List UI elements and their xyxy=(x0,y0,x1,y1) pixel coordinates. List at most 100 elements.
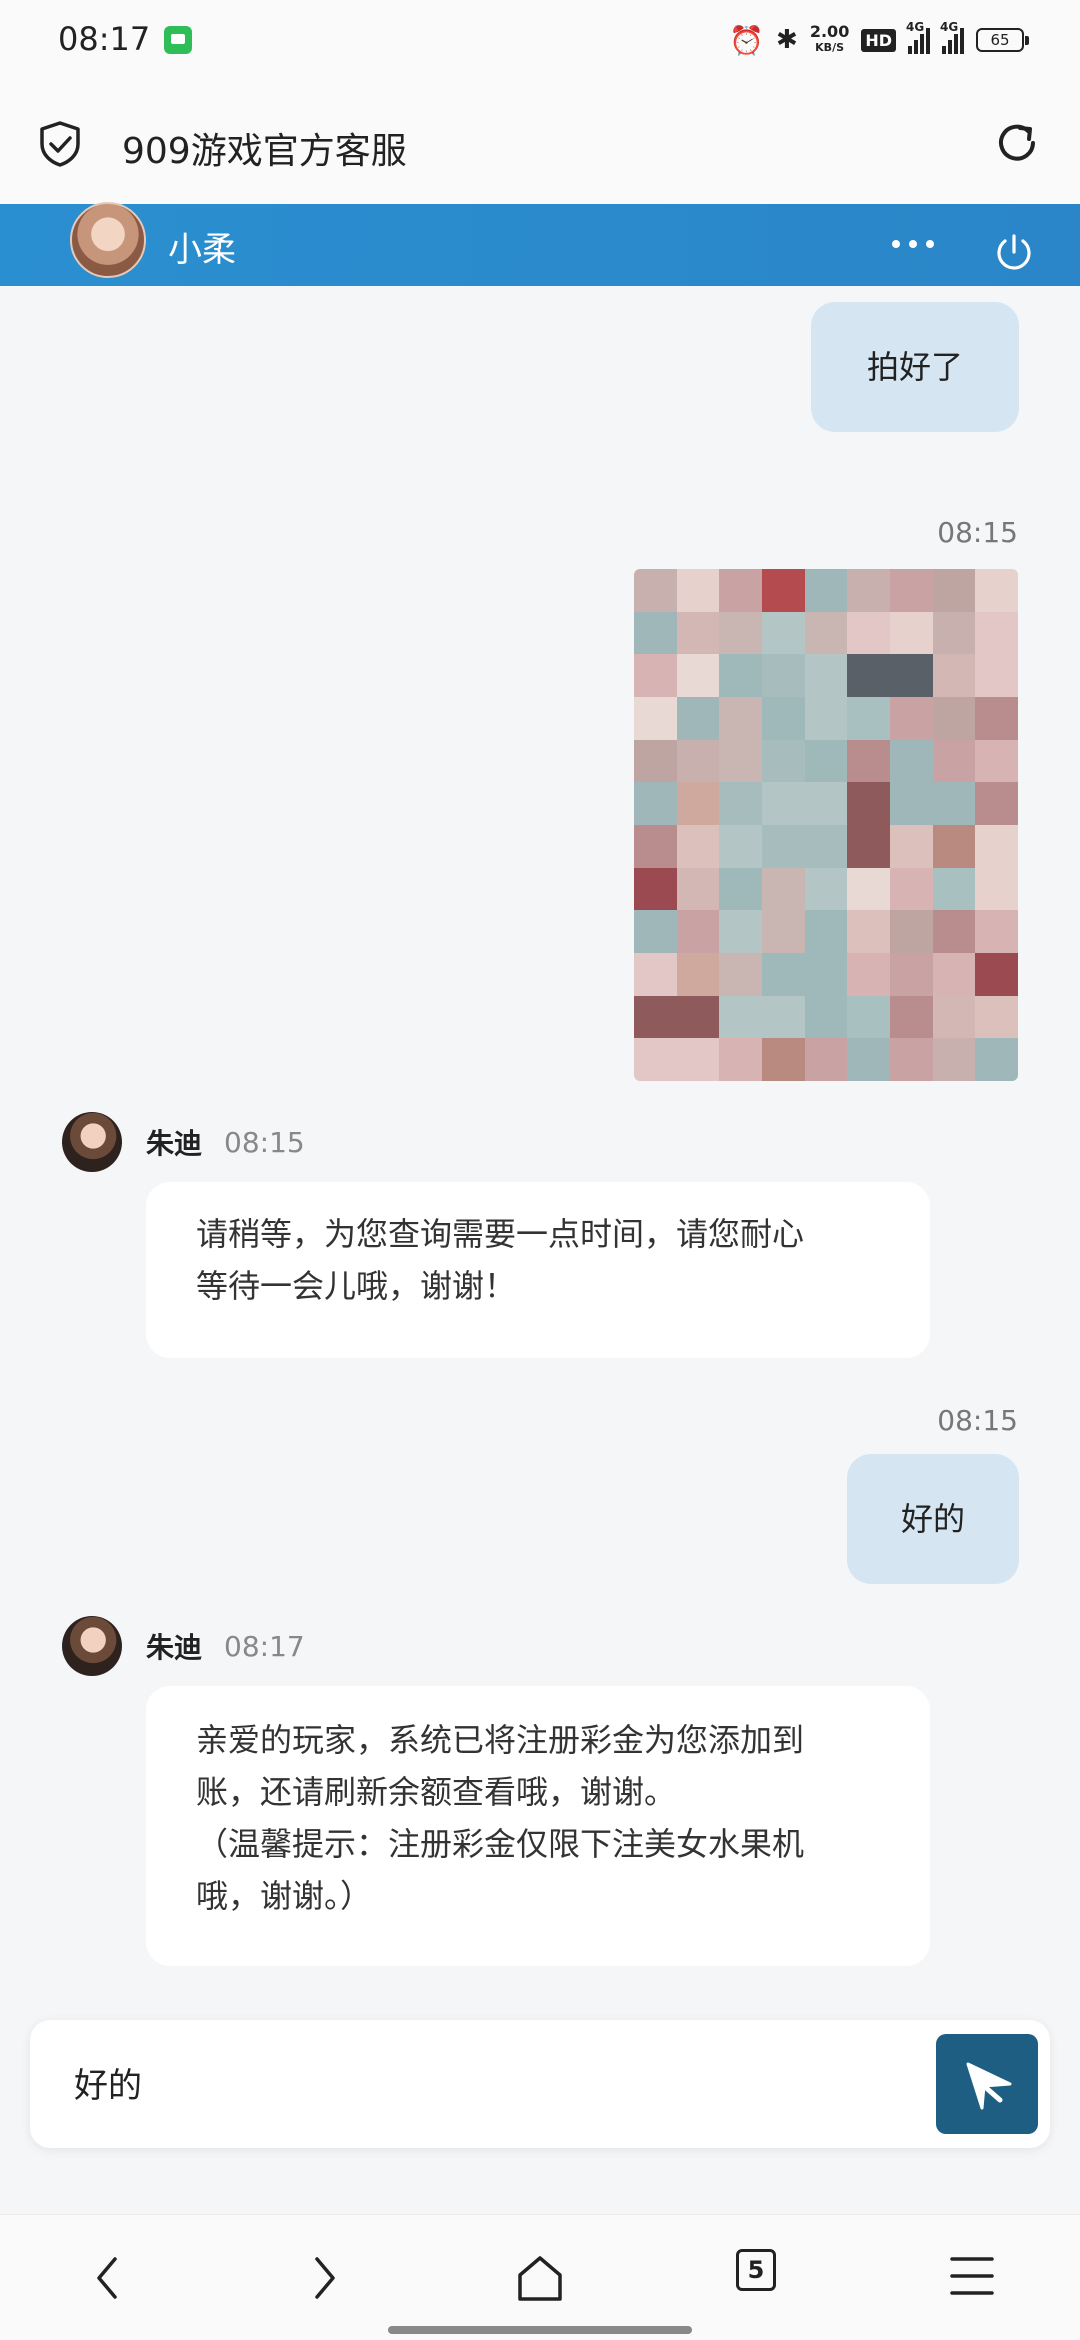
photo-pixel xyxy=(975,995,1018,1039)
photo-pixel xyxy=(762,782,805,825)
photo-pixel xyxy=(762,825,805,868)
chat-header: 小柔 xyxy=(0,202,1080,286)
photo-pixel xyxy=(719,953,762,996)
status-time: 08:17 xyxy=(58,20,151,58)
agent-avatar xyxy=(70,202,146,278)
photo-pixel xyxy=(890,867,933,911)
sender-name: 朱迪 xyxy=(146,1631,203,1664)
tabs-count: 5 xyxy=(736,2249,776,2291)
photo-pixel xyxy=(975,569,1018,612)
photo-pixel xyxy=(932,867,976,911)
photo-pixel xyxy=(890,1038,933,1081)
sent-photo[interactable] xyxy=(634,569,1018,1081)
power-icon[interactable] xyxy=(992,230,1036,274)
incoming-message-bubble[interactable]: 请稍等，为您查询需要一点时间，请您耐心 等待一会儿哦，谢谢！ xyxy=(146,1182,930,1358)
photo-pixel xyxy=(719,569,762,612)
photo-pixel xyxy=(847,910,890,953)
battery-icon: 65 xyxy=(976,28,1029,52)
more-icon[interactable] xyxy=(892,240,934,248)
menu-button[interactable] xyxy=(902,2215,1042,2340)
chevron-right-icon xyxy=(315,2257,335,2299)
photo-pixel xyxy=(890,569,933,612)
signal-icon-2: 4G xyxy=(940,20,964,54)
photo-pixel xyxy=(676,953,720,996)
photo-pixel xyxy=(932,995,976,1039)
photo-pixel xyxy=(719,910,762,953)
net-speed-unit: KB/S xyxy=(815,41,845,54)
bluetooth-icon: ✱ xyxy=(776,25,798,55)
photo-pixel xyxy=(634,654,677,697)
message-line: 请稍等，为您查询需要一点时间，请您耐心 xyxy=(196,1215,805,1253)
photo-pixel xyxy=(719,697,762,740)
photo-pixel xyxy=(975,739,1018,783)
message-text: 好的 xyxy=(900,1500,965,1538)
photo-pixel xyxy=(890,697,933,740)
photo-pixel xyxy=(932,782,976,825)
message-app-icon xyxy=(164,26,192,54)
home-button[interactable] xyxy=(470,2215,610,2340)
refresh-icon[interactable] xyxy=(992,118,1042,168)
status-bar: 08:17 ⏰ ✱ 2.00 KB/S HD 4G 4G 65 xyxy=(0,0,1080,80)
home-indicator xyxy=(388,2326,692,2334)
message-line: 等待一会儿哦，谢谢！ xyxy=(196,1267,517,1305)
photo-pixel xyxy=(890,995,933,1039)
home-icon xyxy=(518,2256,562,2301)
photo-pixel xyxy=(847,697,890,740)
chat-messages[interactable]: 拍好了 08:15 朱迪 08:15 请稍等，为您查询需要一点时间，请您耐心 等… xyxy=(0,286,1080,2216)
photo-pixel xyxy=(634,1038,677,1081)
send-button[interactable] xyxy=(936,2034,1038,2134)
photo-pixel xyxy=(762,953,805,996)
photo-pixel xyxy=(676,654,720,697)
photo-pixel xyxy=(804,611,848,655)
sender-avatar xyxy=(62,1616,122,1676)
photo-pixel xyxy=(975,697,1018,740)
message-text: 拍好了 xyxy=(866,348,963,386)
message-input[interactable]: 好的 xyxy=(74,2058,142,2107)
photo-pixel xyxy=(975,654,1018,697)
photo-pixel xyxy=(890,611,933,655)
net-speed: 2.00 KB/S xyxy=(810,24,849,56)
photo-pixel xyxy=(847,867,890,911)
tabs-button[interactable]: 5 xyxy=(686,2215,826,2340)
photo-pixel xyxy=(762,867,805,911)
photo-pixel xyxy=(762,569,805,612)
sender-name: 朱迪 xyxy=(146,1127,203,1160)
outgoing-message-bubble[interactable]: 好的 xyxy=(847,1454,1019,1584)
photo-pixel xyxy=(676,825,720,868)
photo-pixel xyxy=(676,995,720,1039)
photo-pixel xyxy=(676,782,720,825)
photo-pixel xyxy=(634,953,677,996)
photo-pixel xyxy=(762,611,805,655)
photo-pixel xyxy=(762,654,805,697)
browser-bottom-nav: 5 xyxy=(0,2214,1080,2340)
outgoing-message-bubble[interactable]: 拍好了 xyxy=(811,302,1019,432)
photo-pixel xyxy=(890,825,933,868)
photo-pixel xyxy=(804,782,848,825)
photo-pixel xyxy=(890,910,933,953)
photo-pixel xyxy=(975,953,1018,996)
menu-icon xyxy=(950,2257,994,2295)
photo-pixel xyxy=(676,569,720,612)
photo-pixel xyxy=(719,867,762,911)
photo-pixel xyxy=(932,825,976,868)
shield-check-icon[interactable] xyxy=(38,120,82,168)
photo-pixel xyxy=(847,825,890,868)
photo-pixel xyxy=(847,739,890,783)
photo-pixel xyxy=(975,1038,1018,1081)
photo-pixel xyxy=(634,995,677,1039)
status-icons: ⏰ ✱ 2.00 KB/S HD 4G 4G 65 xyxy=(729,20,1029,60)
incoming-message-bubble[interactable]: 亲爱的玩家，系统已将注册彩金为您添加到 账，还请刷新余额查看哦，谢谢。 （温馨提… xyxy=(146,1686,930,1966)
photo-pixel xyxy=(804,1038,848,1081)
photo-pixel xyxy=(719,654,762,697)
photo-pixel xyxy=(762,697,805,740)
photo-pixel xyxy=(762,1038,805,1081)
back-button[interactable] xyxy=(38,2215,178,2340)
photo-pixel xyxy=(932,910,976,953)
message-time: 08:17 xyxy=(224,1629,305,1663)
forward-button[interactable] xyxy=(254,2215,394,2340)
send-icon xyxy=(966,2062,1012,2110)
message-time: 08:15 xyxy=(224,1125,305,1159)
photo-pixel xyxy=(804,569,848,612)
photo-pixel xyxy=(634,569,677,612)
photo-pixel xyxy=(890,739,933,783)
